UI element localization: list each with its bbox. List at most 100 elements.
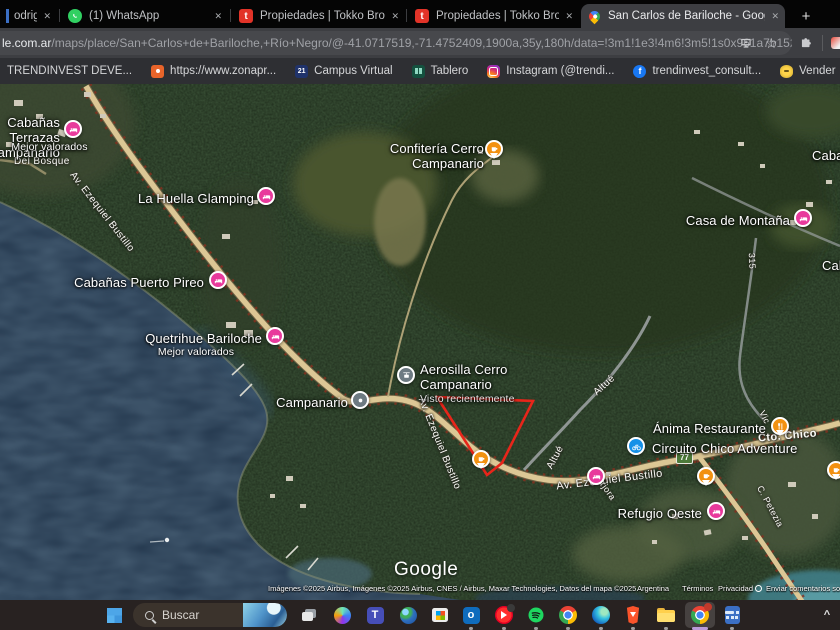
outlook-icon[interactable]: o xyxy=(459,603,483,627)
tab-separator xyxy=(230,9,231,22)
instagram-icon xyxy=(487,64,501,78)
place-label-confiteria[interactable]: Confitería Cerro Campanario xyxy=(382,141,484,171)
place-label-la-huella[interactable]: La Huella Glamping xyxy=(120,191,254,206)
running-dot xyxy=(664,627,668,630)
close-icon[interactable]: ✕ xyxy=(771,11,779,22)
spotify-icon[interactable] xyxy=(524,603,548,627)
attribution-link-privacy[interactable]: Privacidad xyxy=(718,584,753,593)
attribution-link-feedback[interactable]: Enviar comentarios sob xyxy=(766,584,840,593)
extensions-icon[interactable] xyxy=(799,31,813,55)
gray-poi-marker-campanario[interactable] xyxy=(351,391,369,409)
place-label-puerto-pireo[interactable]: Cabañas Puerto Pireo xyxy=(72,275,204,290)
tab-tokko-2[interactable]: t Propiedades | Tokko Broker ✕ xyxy=(409,4,579,28)
bookmark-instagram[interactable]: Instagram (@trendi... xyxy=(482,63,619,80)
lodging-marker[interactable] xyxy=(587,467,605,485)
restaurant-marker[interactable] xyxy=(771,417,789,435)
cafe-marker[interactable] xyxy=(485,140,503,158)
place-label-anima[interactable]: Ánima Restaurante xyxy=(636,421,766,436)
place-label-casa-de-montana[interactable]: Casa de Montaña xyxy=(664,213,790,228)
attribution-link-country[interactable]: Argentina xyxy=(637,584,669,593)
copilot-icon[interactable] xyxy=(330,603,354,627)
youtube-music-icon[interactable] xyxy=(492,603,516,627)
url-bar[interactable]: le.com.ar/maps/place/San+Carlos+de+Baril… xyxy=(0,31,792,55)
search-daily-image xyxy=(243,603,287,627)
close-icon[interactable]: ✕ xyxy=(565,11,573,22)
bookmark-tablero[interactable]: Tablero xyxy=(407,63,474,80)
lodging-marker[interactable] xyxy=(257,187,275,205)
gray-poi-marker-aerosilla[interactable] xyxy=(397,366,415,384)
tray-chevron-icon[interactable]: ^ xyxy=(815,603,839,627)
teams-icon[interactable]: T xyxy=(363,603,387,627)
close-icon[interactable]: ✕ xyxy=(391,11,399,22)
whatsapp-icon xyxy=(68,9,82,23)
tokko-icon: t xyxy=(239,9,253,23)
lodging-marker[interactable] xyxy=(64,120,82,138)
place-sub-label: Mejor valorados xyxy=(11,141,88,153)
bookmark-label: Tablero xyxy=(430,65,469,77)
bookmark-facebook[interactable]: f trendinvest_consult... xyxy=(628,63,766,80)
globe-app-icon[interactable] xyxy=(396,603,420,627)
place-label-quetrihue[interactable]: Quetrihue Bariloche xyxy=(112,331,262,346)
chrome-icon[interactable] xyxy=(556,603,580,627)
bookmark-vender[interactable]: Vender xyxy=(775,63,840,80)
edge-icon[interactable] xyxy=(589,603,613,627)
lodging-marker[interactable] xyxy=(266,327,284,345)
tab-tokko-1[interactable]: t Propiedades | Tokko Broker ✕ xyxy=(233,4,405,28)
map-attribution: Imágenes ©2025 Airbus, Imágenes ©2025 Ai… xyxy=(268,584,637,593)
star-icon[interactable]: ☆ xyxy=(765,31,778,55)
maps-pin-icon xyxy=(586,8,602,24)
place-label-campanario[interactable]: Campanario xyxy=(238,395,348,410)
tab-clipped[interactable]: odrigob ✕ xyxy=(0,4,57,28)
cafe-marker[interactable] xyxy=(472,450,490,468)
tab-strip: odrigob ✕ (1) WhatsApp ✕ t Propiedades |… xyxy=(0,0,840,28)
search-input[interactable]: Buscar xyxy=(133,603,287,627)
attribution-link-terms[interactable]: Términos xyxy=(682,584,713,593)
label-line: Aerosilla Cerro xyxy=(420,362,508,377)
label-line: Campanario xyxy=(412,156,484,171)
chrome-active-icon[interactable] xyxy=(685,602,715,628)
lodging-marker[interactable] xyxy=(209,271,227,289)
bookmark-campus-virtual[interactable]: 21 Campus Virtual xyxy=(290,63,397,80)
bookmark-zonaprop[interactable]: https://www.zonapr... xyxy=(146,63,281,80)
cafe-marker[interactable] xyxy=(827,461,840,479)
tab-title: odrigob xyxy=(14,10,38,22)
google-watermark: Google xyxy=(394,559,459,580)
search-icon xyxy=(145,610,154,620)
siglo21-icon: 21 xyxy=(295,64,309,78)
brave-icon[interactable] xyxy=(621,603,645,627)
tab-favicon-clipped xyxy=(6,9,9,23)
microsoft-store-icon[interactable] xyxy=(428,603,452,627)
bookmark-trendinvest[interactable]: TRENDINVEST DEVE... xyxy=(2,63,137,79)
place-sub-label: Visto recientemente xyxy=(420,393,515,405)
bicycle-marker[interactable] xyxy=(627,437,645,455)
lodging-marker[interactable] xyxy=(707,502,725,520)
tab-active-maps[interactable]: San Carlos de Bariloche - Goog ✕ xyxy=(581,4,785,28)
place-label-refugio-oeste[interactable]: Refugio Oeste xyxy=(576,506,702,521)
task-view-icon[interactable] xyxy=(297,603,321,627)
place-label-circuito-chico[interactable]: Circuito Chico Adventure xyxy=(652,441,812,456)
tab-title: Propiedades | Tokko Broker xyxy=(436,10,560,22)
close-icon[interactable]: ✕ xyxy=(43,11,51,22)
bookmark-label: TRENDINVEST DEVE... xyxy=(7,65,133,77)
bookmark-label: https://www.zonapr... xyxy=(170,65,277,77)
url-domain: le.com.ar xyxy=(2,36,52,50)
tab-title: Propiedades | Tokko Broker xyxy=(260,10,385,22)
place-label-aerosilla[interactable]: Aerosilla Cerro Campanario Visto recient… xyxy=(420,362,540,407)
install-icon[interactable] xyxy=(739,31,753,55)
vender-icon xyxy=(780,64,794,78)
new-tab-icon[interactable]: + xyxy=(794,4,818,28)
lodging-marker[interactable] xyxy=(794,209,812,227)
close-icon[interactable]: ✕ xyxy=(214,11,222,22)
browser-window: odrigob ✕ (1) WhatsApp ✕ t Propiedades |… xyxy=(0,0,840,630)
tab-whatsapp[interactable]: (1) WhatsApp ✕ xyxy=(62,4,228,28)
map-canvas[interactable]: Del Bosque Av. Ezequiel Bustillo Av. Eze… xyxy=(0,84,840,600)
cafe-marker[interactable] xyxy=(697,467,715,485)
bookmark-label: Campus Virtual xyxy=(314,65,393,77)
start-icon[interactable] xyxy=(102,603,126,627)
extension-avatar-clipped[interactable] xyxy=(831,31,840,55)
place-sub-label: Mejor valorados xyxy=(157,346,235,358)
bookmark-label: trendinvest_consult... xyxy=(652,65,762,77)
file-explorer-icon[interactable] xyxy=(654,603,678,627)
tokko-icon: t xyxy=(415,9,429,23)
calculator-icon[interactable] xyxy=(720,603,744,627)
